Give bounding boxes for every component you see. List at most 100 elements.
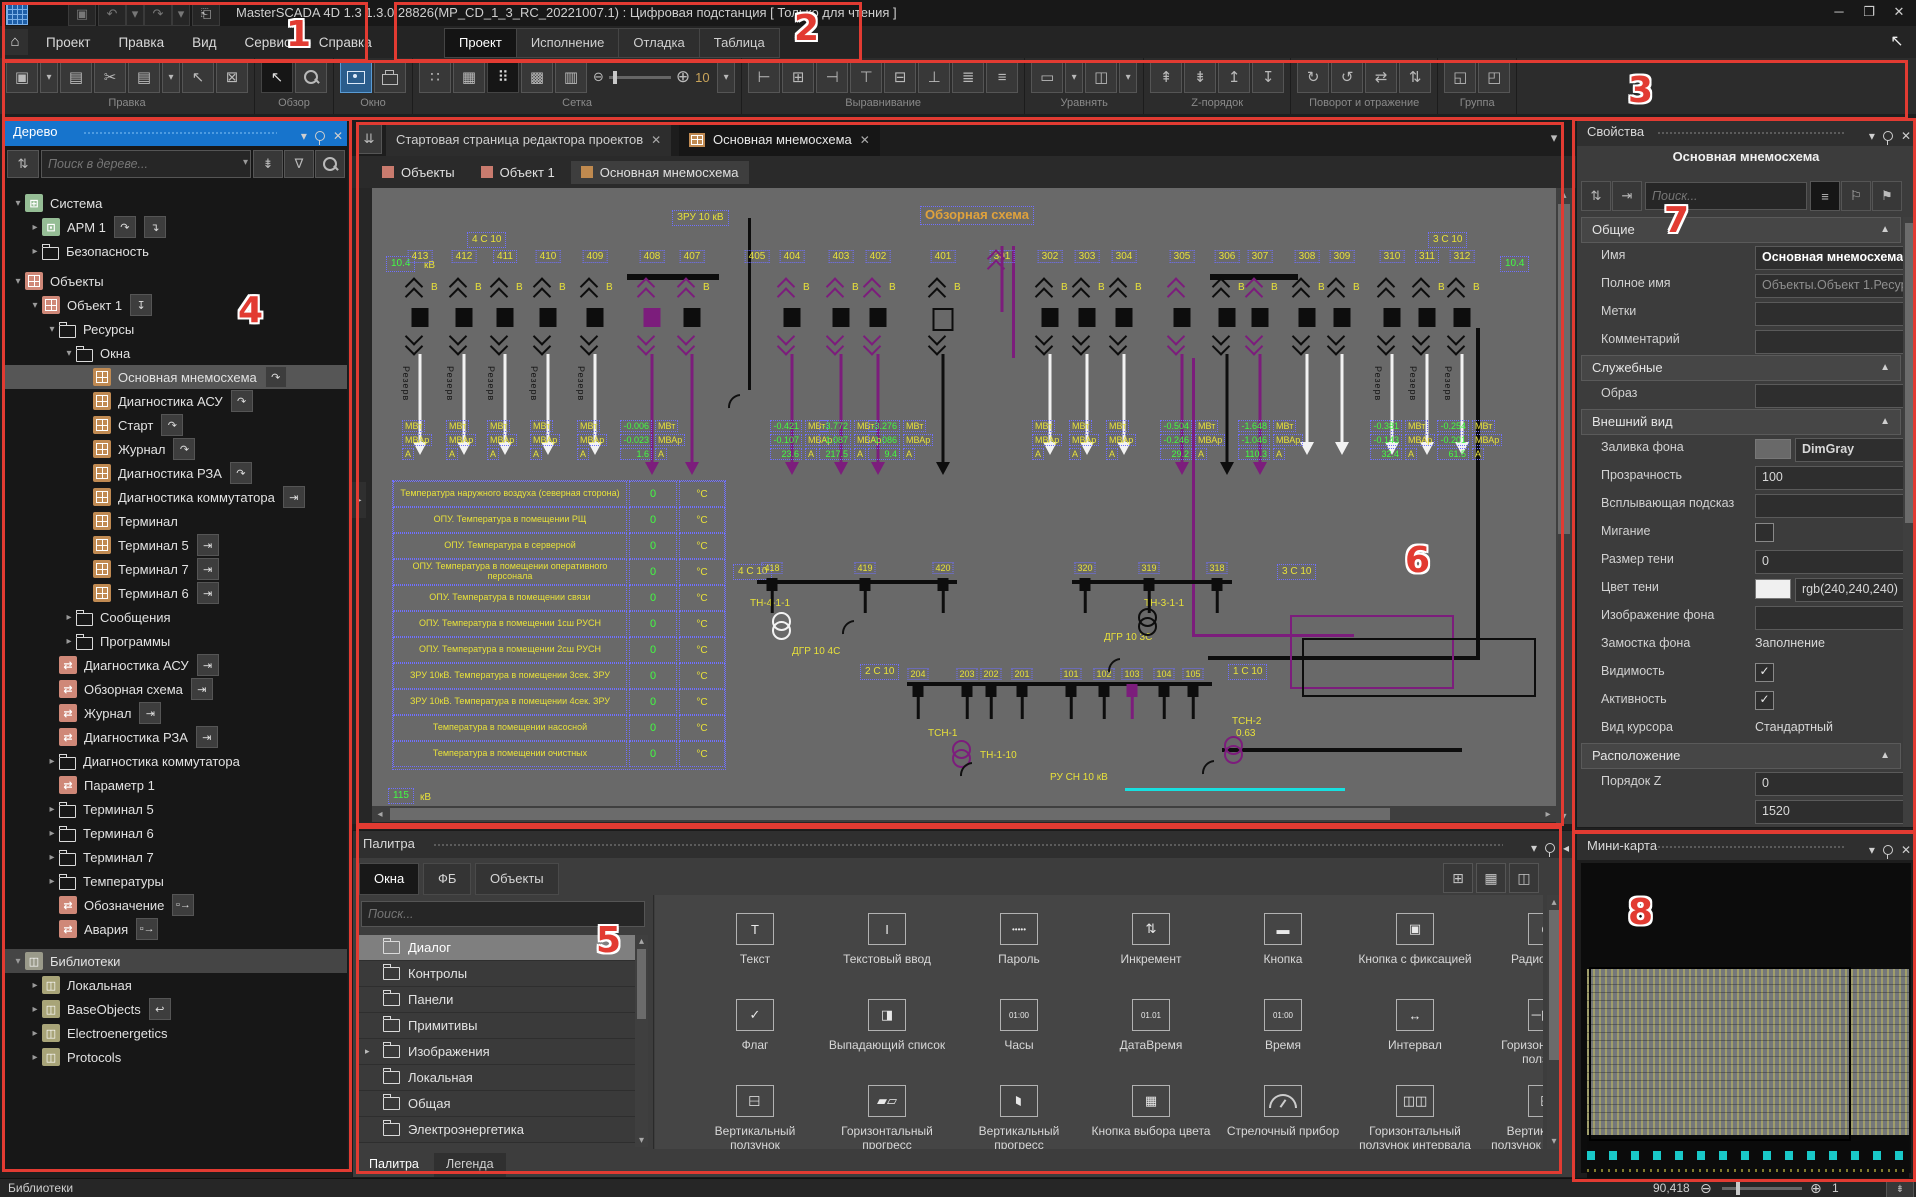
tree-item[interactable]: Основная мнемосхема↷ [3, 365, 347, 389]
tab-list-icon[interactable]: ⇊ [356, 124, 382, 154]
palette-item[interactable]: ─◫─Горизонтальный ползунок [1487, 999, 1543, 1067]
tree-search-drop-icon[interactable]: ▾ [243, 157, 248, 168]
tree-close-icon[interactable]: ✕ [333, 123, 343, 149]
tree-item[interactable]: Диагностика РЗА↷ [3, 461, 347, 485]
tree-expander-icon[interactable]: ▾ [11, 956, 25, 967]
tree-expander-icon[interactable]: ▸ [45, 756, 59, 767]
mode-tab-Отладка[interactable]: Отладка [619, 28, 699, 58]
tab-overflow-icon[interactable]: ▾ [1542, 124, 1566, 152]
palette-tab-Окна[interactable]: Окна [359, 863, 419, 895]
document-tab[interactable]: Основная мнемосхема✕ [679, 123, 880, 156]
feeder-420[interactable]: 420 [933, 562, 953, 622]
palette-bottom-tab-Палитра[interactable]: Палитра [357, 1153, 431, 1177]
grid-zoom-widget[interactable]: ⊖⊕10 [589, 62, 715, 92]
breaker-icon[interactable] [1219, 308, 1236, 327]
property-field-Полное имя[interactable]: Объекты.Объект 1.Ресурсы [1755, 274, 1915, 298]
menu-item-Правка[interactable]: Правка [106, 30, 176, 55]
flip-v-icon[interactable]: ⇅ [1399, 61, 1431, 93]
collapse-handle-icon[interactable]: ▸ [352, 482, 366, 518]
breaker-icon[interactable] [1252, 308, 1269, 327]
grid-print-icon[interactable]: ▦ [453, 61, 485, 93]
status-libraries-tab[interactable]: Библиотеки [8, 1181, 73, 1195]
tree-item[interactable]: ▸Программы [3, 629, 347, 653]
breaker-icon[interactable] [644, 308, 661, 327]
minimap-menu-icon[interactable]: ▾ [1869, 837, 1875, 863]
tree-item[interactable]: ⇄Параметр 1 [3, 773, 347, 797]
send-backward-icon[interactable]: ↧ [1252, 61, 1284, 93]
palette-search-input[interactable] [361, 901, 645, 927]
palette-item[interactable]: ◫Вертикальный ползунок [695, 1085, 815, 1149]
tree-item[interactable]: ⇄Диагностика АСУ⇥ [3, 653, 347, 677]
tree-item[interactable]: ▾⊞Система [3, 191, 347, 215]
palette-cat-scrollbar[interactable]: ▴ ▾ [635, 935, 648, 1147]
linkin-badge-icon[interactable]: ⇥ [197, 582, 219, 604]
tree-item[interactable]: ▾Окна [3, 341, 347, 365]
tree-expander-icon[interactable]: ▾ [45, 324, 59, 335]
tree-item[interactable]: ▸Терминал 7 [3, 845, 347, 869]
items-scroll-down-icon[interactable]: ▾ [1547, 1136, 1561, 1147]
breadcrumb-item[interactable]: Основная мнемосхема [571, 161, 749, 184]
tree-item[interactable]: Терминал 7⇥ [3, 557, 347, 581]
items-scroll-thumb[interactable] [1549, 910, 1559, 1060]
feeder-104[interactable]: 104 [1154, 668, 1174, 728]
tree-expander-icon[interactable]: ▸ [28, 1004, 42, 1015]
breaker-icon[interactable] [540, 308, 557, 327]
align-bottom-icon[interactable]: ⊥ [918, 61, 950, 93]
properties-pin-icon[interactable] [1883, 131, 1893, 141]
cat-scroll-thumb[interactable] [637, 949, 646, 1019]
tab-close-icon[interactable]: ✕ [860, 133, 870, 147]
section-header-Служебные[interactable]: Служебные▲ [1581, 355, 1901, 381]
tree-expander-icon[interactable]: ▸ [45, 852, 59, 863]
tree-expander-icon[interactable]: ▸ [28, 222, 42, 233]
menu-item-Проект[interactable]: Проект [34, 30, 102, 55]
tree-item[interactable]: Терминал 6⇥ [3, 581, 347, 605]
grid-zoom-out-icon[interactable]: ⊖ [593, 69, 604, 85]
tree-collapse-all-icon[interactable]: ⇟ [253, 150, 283, 178]
breaker-icon[interactable] [1116, 308, 1133, 327]
feeder-320[interactable]: 320 [1075, 562, 1095, 622]
palette-category-Диалог[interactable]: Диалог [359, 935, 637, 961]
palette-collapse-icon[interactable]: ◂ [1563, 835, 1569, 861]
palette-category-Локальная[interactable]: Локальная [359, 1065, 637, 1091]
properties-scroll-thumb[interactable] [1905, 223, 1913, 523]
jump-badge-icon[interactable]: ↷ [161, 414, 183, 436]
property-field-Цвет тени[interactable]: rgb(240,240,240) [1795, 578, 1915, 602]
palette-category-Панели[interactable]: Панели [359, 987, 637, 1013]
cut-icon[interactable]: ✂ [94, 61, 126, 93]
canvas-vscrollbar[interactable]: ▴ ▾ [1556, 188, 1572, 824]
minimap-panel-header[interactable]: Мини-карта ▾ ✕ [1577, 833, 1915, 860]
jump-badge-icon[interactable]: ↷ [114, 216, 136, 238]
align-middle-icon[interactable]: ⊟ [884, 61, 916, 93]
menu-item-Сервис[interactable]: Сервис [233, 30, 303, 55]
mode-tab-Исполнение[interactable]: Исполнение [517, 28, 620, 58]
linkin-badge-icon[interactable]: ⇥ [196, 726, 218, 748]
property-value-Замостка фона[interactable]: Заполнение [1755, 636, 1825, 650]
tree-expander-icon[interactable]: ▸ [45, 804, 59, 815]
breaker-icon[interactable] [1419, 308, 1436, 327]
status-zoom-slider[interactable] [1722, 1187, 1802, 1190]
palette-item[interactable]: ▬Кнопка [1223, 913, 1343, 967]
ungroup-icon[interactable]: ◰ [1478, 61, 1510, 93]
property-field-Комментарий[interactable] [1755, 330, 1915, 354]
zoom-tool-icon[interactable] [295, 61, 327, 93]
vscroll-thumb[interactable] [1558, 204, 1570, 534]
tree-item[interactable]: Старт↷ [3, 413, 347, 437]
tree-find-icon[interactable] [315, 150, 345, 178]
property-field-Заливка фона[interactable]: DimGray [1795, 438, 1915, 462]
maximize-icon[interactable]: ❐ [1854, 0, 1884, 25]
breaker-icon[interactable] [784, 308, 801, 327]
tree-item[interactable]: ▾Объекты [3, 269, 347, 293]
winarr-badge-icon[interactable]: ↴ [144, 216, 166, 238]
feeder-419[interactable]: 419 [855, 562, 875, 622]
hscroll-right-icon[interactable]: ▸ [1542, 809, 1554, 820]
mode-tab-Таблица[interactable]: Таблица [700, 28, 780, 58]
property-field-Всплывающая подсказ[interactable] [1755, 494, 1915, 518]
tree-item[interactable]: ▸◫BaseObjects↩ [3, 997, 347, 1021]
jump-badge-icon[interactable]: ↷ [265, 366, 287, 388]
palette-item[interactable]: ⇅Инкремент [1091, 913, 1211, 967]
undo-icon[interactable]: ↶ [98, 2, 126, 26]
palette-category-Электроэнергетика[interactable]: Электроэнергетика [359, 1117, 637, 1143]
feeder-202[interactable]: 202 [981, 668, 1001, 728]
breaker-icon[interactable] [1454, 308, 1471, 327]
vscroll-up-icon[interactable]: ▴ [1556, 190, 1572, 201]
